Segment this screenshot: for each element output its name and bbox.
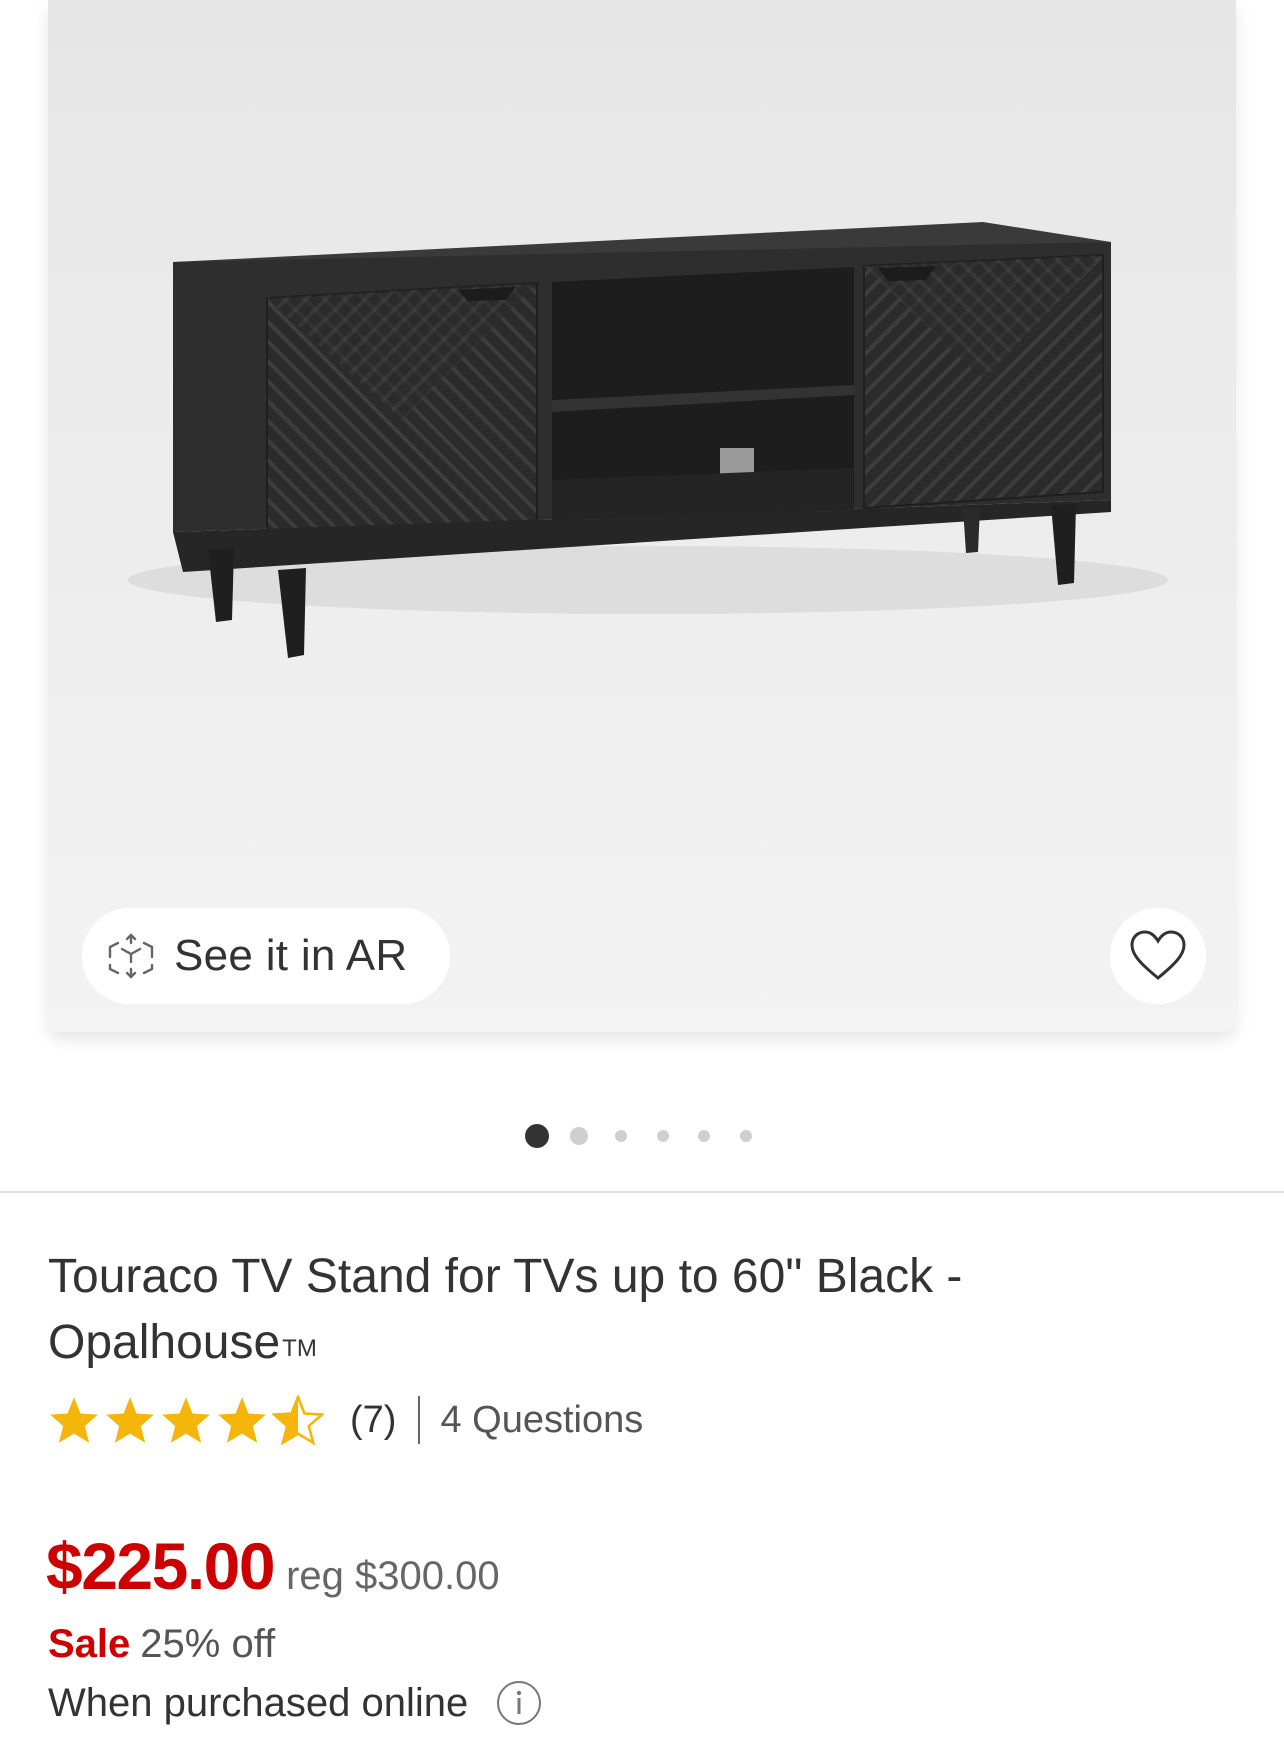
star-icon (218, 1397, 266, 1443)
carousel-dot[interactable] (570, 1127, 588, 1145)
star-icon (162, 1397, 210, 1443)
carousel-dot[interactable] (698, 1130, 710, 1142)
section-divider (0, 1191, 1284, 1193)
carousel-dot[interactable] (740, 1130, 752, 1142)
regular-price: reg $300.00 (286, 1554, 500, 1598)
see-in-ar-label: See it in AR (174, 931, 408, 980)
price-row: $225.00 reg $300.00 (46, 1528, 500, 1604)
star-icon (106, 1397, 154, 1443)
star-icon (50, 1397, 98, 1443)
see-in-ar-button[interactable]: See it in AR (82, 908, 450, 1004)
current-price: $225.00 (46, 1529, 276, 1603)
carousel-dot[interactable] (657, 1130, 669, 1142)
product-title-text: Touraco TV Stand for TVs up to 60" Black… (48, 1250, 963, 1369)
favorite-button[interactable] (1110, 908, 1206, 1004)
star-rating[interactable] (48, 1395, 328, 1445)
carousel-dot[interactable] (615, 1130, 627, 1142)
heart-icon (1130, 930, 1186, 980)
ar-cube-icon (108, 933, 154, 979)
product-image (128, 222, 1168, 658)
carousel-indicator (0, 1124, 1284, 1148)
rating-row: (7) 4 Questions (48, 1390, 643, 1450)
sale-row: Sale 25% off (48, 1622, 275, 1667)
half-star-icon (272, 1395, 324, 1445)
carousel-dot[interactable] (525, 1124, 549, 1148)
questions-link[interactable]: 4 Questions (440, 1399, 643, 1442)
product-title: Touraco TV Stand for TVs up to 60" Black… (48, 1244, 1148, 1376)
sale-label: Sale (48, 1622, 131, 1666)
review-count-link[interactable]: (7) (350, 1399, 396, 1442)
online-note-row: When purchased online (48, 1680, 542, 1726)
separator (418, 1396, 421, 1444)
product-image-carousel[interactable]: See it in AR (48, 0, 1236, 1032)
trademark-mark: TM (282, 1335, 317, 1362)
info-icon[interactable] (496, 1680, 542, 1726)
discount-label: 25% off (140, 1622, 276, 1666)
online-note: When purchased online (48, 1680, 469, 1725)
